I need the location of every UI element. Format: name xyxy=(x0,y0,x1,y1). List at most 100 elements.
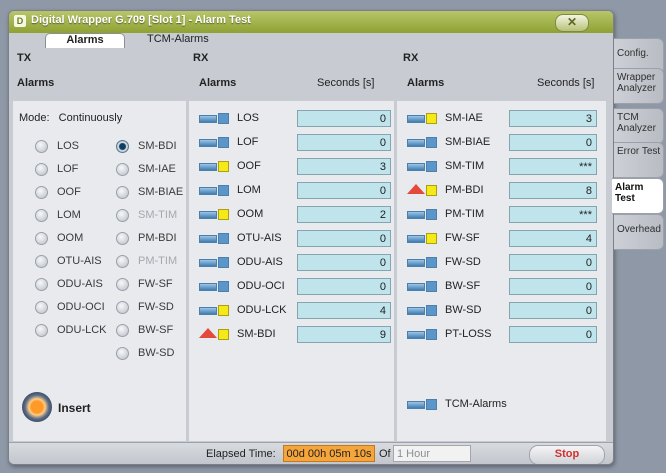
alarm-status-square xyxy=(218,233,229,244)
radio-pm-bdi[interactable]: PM-BDI xyxy=(116,229,200,249)
radio-button-icon[interactable] xyxy=(35,324,48,337)
side-tab-alarm-test[interactable]: Alarm Test xyxy=(612,178,664,214)
side-tab-wrapper-analyzer[interactable]: Wrapper Analyzer xyxy=(614,68,664,104)
side-tab-tcm-analyzer[interactable]: TCM Analyzer xyxy=(614,108,664,144)
rx2-panel-header: RX Alarms Seconds [s] xyxy=(397,49,606,101)
radio-button-icon[interactable] xyxy=(116,163,129,176)
alarm-label: BW-SF xyxy=(445,280,481,292)
radio-fw-sf[interactable]: FW-SF xyxy=(116,275,200,295)
radio-button-icon[interactable] xyxy=(35,140,48,153)
tcm-alarms-row: TCM-Alarms xyxy=(397,395,606,415)
radio-label: FW-SF xyxy=(138,278,173,290)
radio-lom[interactable]: LOM xyxy=(35,206,119,226)
radio-sm-iae[interactable]: SM-IAE xyxy=(116,160,200,180)
radio-label: SM-TIM xyxy=(138,209,178,221)
alarm-led-icon xyxy=(407,163,425,171)
radio-button-icon[interactable] xyxy=(116,324,129,337)
alarm-seconds-value: 0 xyxy=(297,110,391,127)
radio-button-icon[interactable] xyxy=(116,140,129,153)
stop-button[interactable]: Stop xyxy=(529,445,605,464)
alarm-led-icon xyxy=(407,283,425,291)
radio-button-icon[interactable] xyxy=(35,278,48,291)
radio-fw-sd[interactable]: FW-SD xyxy=(116,298,200,318)
alarm-status-square xyxy=(426,161,437,172)
radio-otu-ais[interactable]: OTU-AIS xyxy=(35,252,119,272)
side-tab-overhead[interactable]: Overhead xyxy=(614,214,664,250)
radio-bw-sd[interactable]: BW-SD xyxy=(116,344,200,364)
alarm-seconds-value: 9 xyxy=(297,326,391,343)
radio-sm-biae[interactable]: SM-BIAE xyxy=(116,183,200,203)
radio-label: OTU-AIS xyxy=(57,255,102,267)
alarm-label: LOF xyxy=(237,136,259,148)
alarm-label: OOF xyxy=(237,160,261,172)
alarm-status-square xyxy=(218,137,229,148)
tab-alarms[interactable]: Alarms xyxy=(45,33,125,48)
alarm-row-bw-sf: BW-SF 0 xyxy=(397,277,606,297)
radio-oom[interactable]: OOM xyxy=(35,229,119,249)
tab-tcm-alarms[interactable]: TCM-Alarms xyxy=(147,33,209,47)
alarm-led-icon xyxy=(199,187,217,195)
alarm-status-square xyxy=(218,185,229,196)
radio-button-icon[interactable] xyxy=(35,232,48,245)
alarm-led-icon xyxy=(199,259,217,267)
alarm-row-sm-bdi: SM-BDI 9 xyxy=(189,325,394,345)
radio-sm-bdi[interactable]: SM-BDI xyxy=(116,137,200,157)
rx1-seconds-header: Seconds [s] xyxy=(317,77,375,89)
alarm-label: FW-SD xyxy=(445,256,481,268)
side-tab-error-test[interactable]: Error Test xyxy=(614,142,664,178)
radio-button-icon[interactable] xyxy=(35,163,48,176)
rx1-panel-header: RX Alarms Seconds [s] xyxy=(189,49,394,101)
window-title: Digital Wrapper G.709 [Slot 1] - Alarm T… xyxy=(31,14,251,26)
alarm-row-sm-tim: SM-TIM *** xyxy=(397,157,606,177)
alarm-seconds-value: 0 xyxy=(509,326,597,343)
title-bar: D Digital Wrapper G.709 [Slot 1] - Alarm… xyxy=(9,11,613,33)
radio-bw-sf[interactable]: BW-SF xyxy=(116,321,200,341)
alarm-row-pm-bdi: PM-BDI 8 xyxy=(397,181,606,201)
duration-input[interactable]: 1 Hour xyxy=(393,445,471,462)
radio-sm-tim: SM-TIM xyxy=(116,206,200,226)
radio-odu-lck[interactable]: ODU-LCK xyxy=(35,321,119,341)
alarm-row-odu-lck: ODU-LCK 4 xyxy=(189,301,394,321)
alarm-row-oof: OOF 3 xyxy=(189,157,394,177)
radio-button-icon[interactable] xyxy=(35,255,48,268)
alarm-seconds-value: 0 xyxy=(509,254,597,271)
rx1-alarms-column: Alarms xyxy=(199,77,237,89)
radio-button-icon[interactable] xyxy=(35,186,48,199)
alarm-status-square xyxy=(426,113,437,124)
alarm-led-icon xyxy=(407,115,425,123)
radio-odu-oci[interactable]: ODU-OCI xyxy=(35,298,119,318)
app-icon: D xyxy=(14,15,26,27)
alarm-led-icon xyxy=(199,139,217,147)
close-button[interactable]: ✕ xyxy=(555,14,589,32)
radio-label: FW-SD xyxy=(138,301,174,313)
alarm-led-icon xyxy=(199,235,217,243)
alarm-label: BW-SD xyxy=(445,304,482,316)
of-label: Of xyxy=(379,448,391,460)
alarm-seconds-value: 0 xyxy=(509,302,597,319)
radio-label: LOS xyxy=(57,140,80,152)
mode-value[interactable]: Continuously xyxy=(59,112,123,124)
tx-heading: TX xyxy=(17,52,32,64)
rx2-panel-body: TCM-Alarms SM-IAE 3 SM-BIAE 0 SM-TIM *** PM-BD… xyxy=(397,101,606,441)
alarm-led-icon xyxy=(199,115,217,123)
radio-label: ODU-LCK xyxy=(57,324,107,336)
alarm-label: OTU-AIS xyxy=(237,232,282,244)
radio-button-icon[interactable] xyxy=(35,209,48,222)
radio-button-icon[interactable] xyxy=(116,301,129,314)
alarm-label: LOM xyxy=(237,184,261,196)
insert-button[interactable] xyxy=(22,392,52,422)
radio-los[interactable]: LOS xyxy=(35,137,119,157)
radio-oof[interactable]: OOF xyxy=(35,183,119,203)
radio-button-icon[interactable] xyxy=(116,186,129,199)
radio-button-icon[interactable] xyxy=(116,232,129,245)
radio-lof[interactable]: LOF xyxy=(35,160,119,180)
alarm-seconds-value: 0 xyxy=(297,254,391,271)
tcm-alarms-label[interactable]: TCM-Alarms xyxy=(445,398,507,410)
radio-button-icon[interactable] xyxy=(116,278,129,291)
radio-odu-ais[interactable]: ODU-AIS xyxy=(35,275,119,295)
radio-button-icon[interactable] xyxy=(35,301,48,314)
alarm-led-icon xyxy=(407,331,425,339)
alarm-test-window: D Digital Wrapper G.709 [Slot 1] - Alarm… xyxy=(8,10,614,465)
radio-label: PM-TIM xyxy=(138,255,178,267)
radio-button-icon[interactable] xyxy=(116,347,129,360)
